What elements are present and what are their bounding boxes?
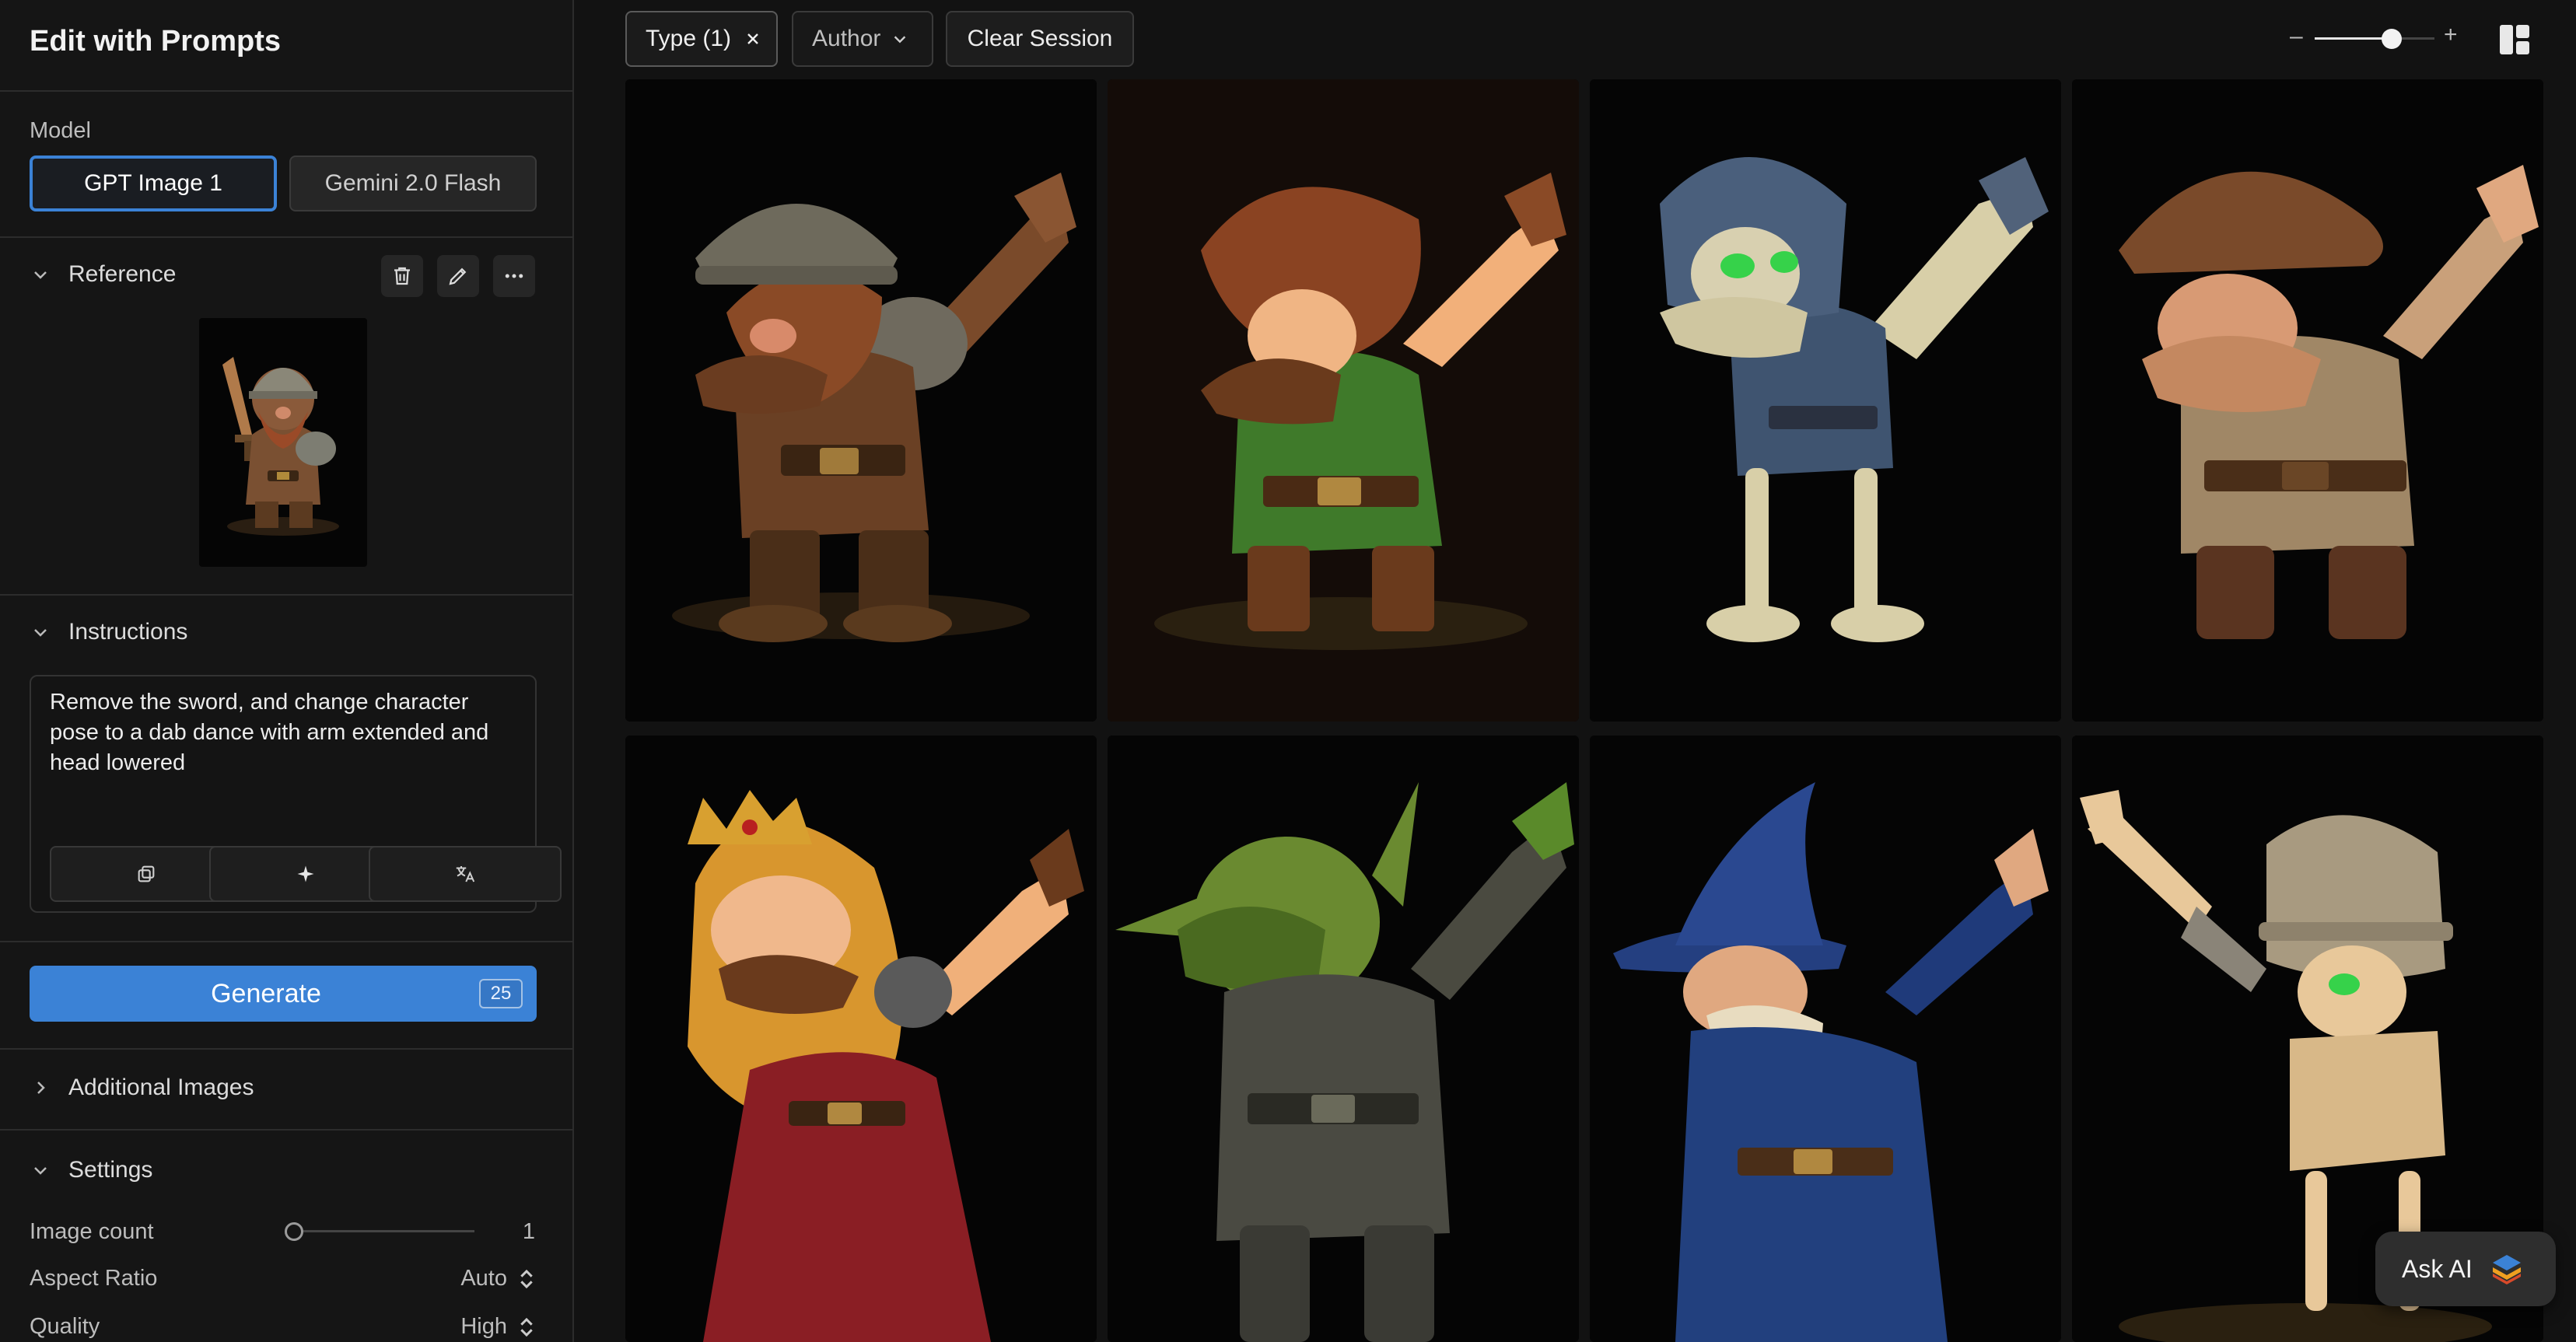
image-count-value: 1 [522,1219,535,1244]
trash-icon [394,267,410,285]
reference-section-toggle[interactable]: Reference [30,261,176,288]
divider [0,90,572,92]
pencil-icon [449,267,467,285]
quality-select[interactable]: High [460,1314,535,1340]
type-filter-label: Type (1) [646,26,732,51]
model-option-gpt-image-1[interactable]: GPT Image 1 [30,156,277,211]
ask-ai-label: Ask AI [2402,1254,2473,1283]
delete-reference-button[interactable] [381,255,423,297]
divider [0,1048,572,1050]
translate-icon [456,866,475,882]
settings-title: Settings [68,1157,153,1183]
chevron-down-icon [30,621,51,643]
sparkle-icon [297,865,314,882]
divider [0,941,572,942]
copy-icon [138,865,155,882]
reference-title: Reference [68,261,177,287]
model-option-gemini-flash[interactable]: Gemini 2.0 Flash [289,156,537,211]
gallery-image-elf-boy[interactable] [1108,79,1579,722]
gallery-image-gnome[interactable] [2072,79,2543,722]
left-panel: Edit with Prompts Model GPT Image 1 Gemi… [0,0,574,1342]
divider [0,236,572,238]
aspect-ratio-select[interactable]: Auto [460,1266,535,1291]
aspect-ratio-value: Auto [460,1266,507,1291]
more-icon [505,274,523,278]
gallery-image-dwarf[interactable] [625,79,1097,722]
chevron-updown-icon [520,1269,533,1288]
instructions-section-toggle[interactable]: Instructions [30,619,187,645]
additional-images-toggle[interactable]: Additional Images [30,1075,254,1101]
gallery-image-goblin[interactable] [1108,736,1579,1342]
additional-images-title: Additional Images [68,1075,254,1100]
clear-session-button[interactable]: Clear Session [946,11,1134,67]
aspect-ratio-label: Aspect Ratio [30,1266,158,1291]
gallery-image-armored-skeleton[interactable] [1590,79,2061,722]
quality-value: High [460,1314,507,1339]
gallery-image-wizard[interactable] [1590,736,2061,1342]
chevron-right-icon [30,1077,51,1099]
chevron-down-icon [30,1159,51,1181]
chevron-down-icon [894,36,906,44]
zoom-slider-handle[interactable] [2382,29,2402,49]
model-label: Model [30,118,91,143]
translate-button[interactable] [369,846,562,902]
panel-title: Edit with Prompts [30,25,281,58]
generate-button[interactable]: Generate 25 [30,966,537,1022]
gallery-image-princess[interactable] [625,736,1097,1342]
author-filter-dropdown[interactable]: Author [792,11,933,67]
ask-ai-button[interactable]: Ask AI [2375,1232,2556,1306]
edit-reference-button[interactable] [437,255,479,297]
reference-image[interactable] [199,318,367,567]
chevron-down-icon [30,264,51,285]
instructions-input[interactable]: Remove the sword, and change character p… [30,675,562,913]
zoom-in-button[interactable]: + [2444,22,2458,48]
author-filter-label: Author [812,26,881,51]
divider [0,1129,572,1131]
divider [0,594,572,596]
image-count-slider[interactable] [288,1230,474,1232]
chevron-updown-icon [520,1317,533,1337]
image-count-slider-handle[interactable] [285,1222,303,1241]
image-count-label: Image count [30,1219,154,1244]
zoom-slider-fill [2315,37,2391,40]
generate-label: Generate [211,978,321,1008]
type-filter-chip[interactable]: Type (1) [625,11,778,67]
settings-section-toggle[interactable]: Settings [30,1157,152,1183]
quality-label: Quality [30,1314,100,1339]
zoom-out-button[interactable]: – [2290,23,2303,50]
instructions-title: Instructions [68,619,188,645]
credit-count-badge: 25 [479,979,523,1008]
reference-more-button[interactable] [493,255,535,297]
layout-grid-icon[interactable] [2498,23,2531,56]
ai-logo-icon [2492,1255,2521,1284]
instructions-text[interactable]: Remove the sword, and change character p… [50,687,516,778]
close-icon[interactable] [745,31,761,47]
